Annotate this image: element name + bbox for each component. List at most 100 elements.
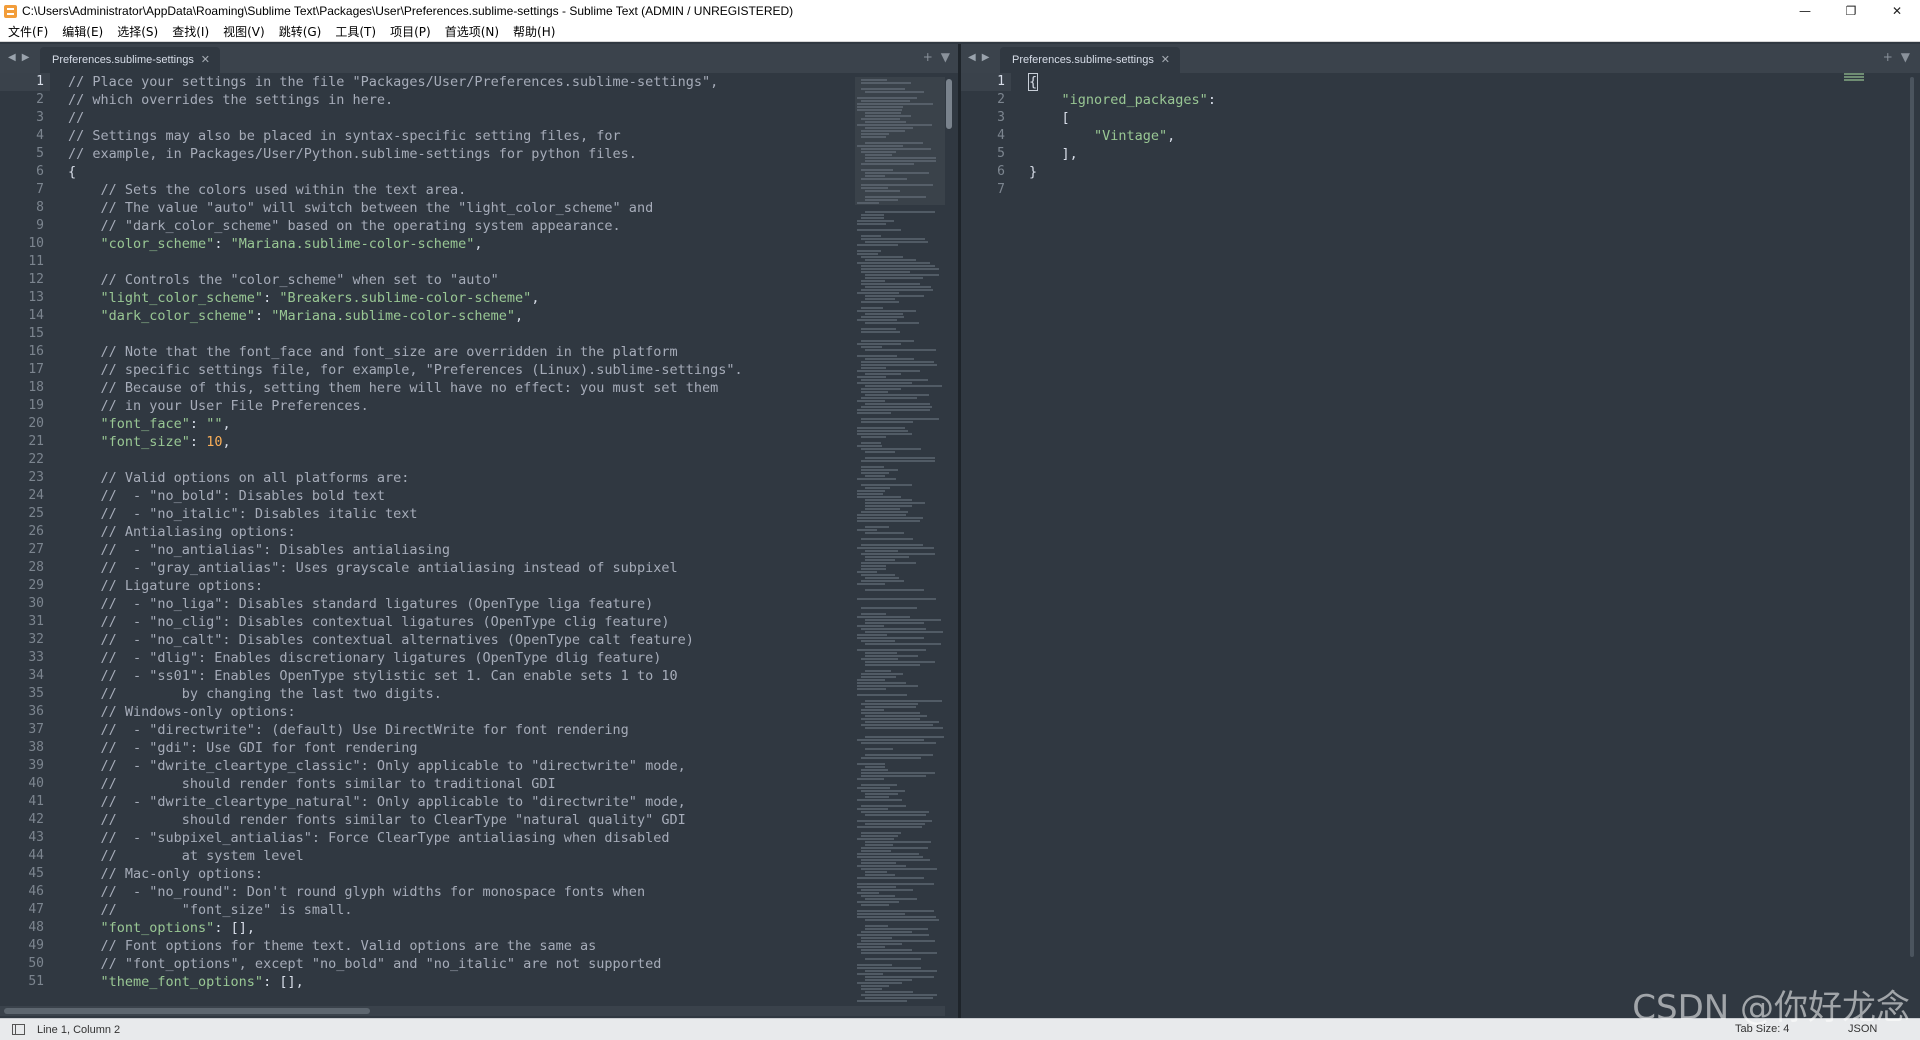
- line-number: 11: [28, 254, 44, 269]
- code-line[interactable]: [1029, 181, 1820, 199]
- tab-list-dropdown-icon[interactable]: ▼: [941, 50, 950, 64]
- code-line[interactable]: // Note that the font_face and font_size…: [68, 343, 858, 361]
- code-line[interactable]: // - "directwrite": (default) Use Direct…: [68, 721, 858, 739]
- menu-goto[interactable]: 跳转(G): [273, 23, 328, 40]
- tab-next-arrow-icon[interactable]: ▶: [982, 52, 990, 63]
- code-line[interactable]: // - "gray_antialias": Uses grayscale an…: [68, 559, 858, 577]
- code-line[interactable]: // - "no_antialias": Disables antialiasi…: [68, 541, 858, 559]
- code-line[interactable]: // specific settings file, for example, …: [68, 361, 858, 379]
- code-line[interactable]: "light_color_scheme": "Breakers.sublime-…: [68, 289, 858, 307]
- right-editor-pane[interactable]: 12 3 4 5 6 7 { "ignored_packages": [ "Vintage…: [961, 73, 1920, 1018]
- code-line[interactable]: // by changing the last two digits.: [68, 685, 858, 703]
- code-line[interactable]: // example, in Packages/User/Python.subl…: [68, 145, 858, 163]
- menu-view[interactable]: 视图(V): [217, 23, 271, 40]
- code-line[interactable]: // Windows-only options:: [68, 703, 858, 721]
- menu-selection[interactable]: 选择(S): [111, 23, 164, 40]
- code-line[interactable]: // Valid options on all platforms are:: [68, 469, 858, 487]
- code-line[interactable]: // - "dwrite_cleartype_classic": Only ap…: [68, 757, 858, 775]
- tab-next-arrow-icon[interactable]: ▶: [22, 52, 30, 63]
- tab-list-dropdown-icon[interactable]: ▼: [1901, 50, 1910, 64]
- minimap[interactable]: [1844, 73, 1864, 83]
- code-line[interactable]: // Place your settings in the file "Pack…: [68, 73, 858, 91]
- vertical-scrollbar[interactable]: [1910, 77, 1914, 957]
- minimize-button[interactable]: —: [1782, 0, 1828, 22]
- cursor-position[interactable]: Line 1, Column 2: [37, 1024, 120, 1036]
- code-line[interactable]: // - "subpixel_antialias": Force ClearTy…: [68, 829, 858, 847]
- menu-project[interactable]: 项目(P): [384, 23, 437, 40]
- code-line[interactable]: [: [1029, 109, 1820, 127]
- code-line[interactable]: // "font_size" is small.: [68, 901, 858, 919]
- tab-prev-arrow-icon[interactable]: ◀: [968, 52, 976, 63]
- code-line[interactable]: "font_face": "",: [68, 415, 858, 433]
- code-line[interactable]: {: [68, 163, 858, 181]
- tab-close-icon[interactable]: ✕: [1161, 53, 1170, 66]
- code-line[interactable]: [68, 451, 858, 469]
- code-area[interactable]: { "ignored_packages": [ "Vintage", ],}: [1028, 73, 1820, 199]
- restore-button[interactable]: ❐: [1828, 0, 1874, 22]
- code-line[interactable]: // - "gdi": Use GDI for font rendering: [68, 739, 858, 757]
- code-line[interactable]: // Because of this, setting them here wi…: [68, 379, 858, 397]
- code-line[interactable]: // - "no_clig": Disables contextual liga…: [68, 613, 858, 631]
- code-line[interactable]: // - "no_calt": Disables contextual alte…: [68, 631, 858, 649]
- code-line[interactable]: "font_options": [],: [68, 919, 858, 937]
- menu-find[interactable]: 查找(I): [166, 23, 215, 40]
- tab-close-icon[interactable]: ✕: [201, 53, 210, 66]
- horizontal-scrollbar[interactable]: [4, 1008, 370, 1014]
- code-line[interactable]: [68, 253, 858, 271]
- menu-preferences[interactable]: 首选项(N): [439, 23, 505, 40]
- sidebar-toggle-icon[interactable]: [12, 1024, 25, 1035]
- code-line[interactable]: // which overrides the settings in here.: [68, 91, 858, 109]
- minimap[interactable]: [855, 77, 945, 1007]
- code-token: :: [189, 416, 207, 432]
- code-line[interactable]: // - "dlig": Enables discretionary ligat…: [68, 649, 858, 667]
- minimap-line: [861, 118, 900, 120]
- code-line[interactable]: //: [68, 109, 858, 127]
- vertical-scrollbar[interactable]: [946, 79, 952, 129]
- tab-preferences-default[interactable]: Preferences.sublime-settings ✕: [40, 47, 220, 73]
- code-line[interactable]: // Font options for theme text. Valid op…: [68, 937, 858, 955]
- code-line[interactable]: // Settings may also be placed in syntax…: [68, 127, 858, 145]
- left-editor-pane[interactable]: 1 2 3 4 5 6 7 8 9 10 11 12 13 14 15 16 17 18 19 20 21 22 23 24 2…: [0, 73, 958, 1018]
- tab-preferences-user[interactable]: Preferences.sublime-settings ✕: [1000, 47, 1180, 73]
- code-line[interactable]: // - "no_bold": Disables bold text: [68, 487, 858, 505]
- code-line[interactable]: }: [1029, 163, 1820, 181]
- code-line[interactable]: // - "no_italic": Disables italic text: [68, 505, 858, 523]
- code-line[interactable]: [68, 325, 858, 343]
- menu-help[interactable]: 帮助(H): [507, 23, 561, 40]
- code-line[interactable]: // at system level: [68, 847, 858, 865]
- code-line[interactable]: "dark_color_scheme": "Mariana.sublime-co…: [68, 307, 858, 325]
- code-line[interactable]: // - "ss01": Enables OpenType stylistic …: [68, 667, 858, 685]
- code-line[interactable]: // - "no_liga": Disables standard ligatu…: [68, 595, 858, 613]
- code-line[interactable]: // The value "auto" will switch between …: [68, 199, 858, 217]
- code-line[interactable]: "theme_font_options": [],: [68, 973, 858, 991]
- code-area[interactable]: // Place your settings in the file "Pack…: [68, 73, 858, 991]
- code-line[interactable]: // Sets the colors used within the text …: [68, 181, 858, 199]
- left-tab-tools: + ▼: [923, 50, 950, 64]
- minimap-line: [861, 811, 929, 813]
- menu-file[interactable]: 文件(F): [2, 23, 54, 40]
- tab-prev-arrow-icon[interactable]: ◀: [8, 52, 16, 63]
- menu-tools[interactable]: 工具(T): [329, 23, 382, 40]
- code-line[interactable]: // should render fonts similar to tradit…: [68, 775, 858, 793]
- code-line[interactable]: "Vintage",: [1029, 127, 1820, 145]
- code-line[interactable]: // Controls the "color_scheme" when set …: [68, 271, 858, 289]
- new-tab-plus-icon[interactable]: +: [1883, 50, 1893, 64]
- new-tab-plus-icon[interactable]: +: [923, 50, 933, 64]
- code-line[interactable]: // - "no_round": Don't round glyph width…: [68, 883, 858, 901]
- code-line[interactable]: // in your User File Preferences.: [68, 397, 858, 415]
- close-window-button[interactable]: ✕: [1874, 0, 1920, 22]
- code-line[interactable]: // - "dwrite_cleartype_natural": Only ap…: [68, 793, 858, 811]
- code-line[interactable]: "ignored_packages":: [1029, 91, 1820, 109]
- minimap-line: [861, 280, 885, 282]
- code-line[interactable]: // "font_options", except "no_bold" and …: [68, 955, 858, 973]
- code-line[interactable]: // Mac-only options:: [68, 865, 858, 883]
- code-line[interactable]: "color_scheme": "Mariana.sublime-color-s…: [68, 235, 858, 253]
- code-line[interactable]: "font_size": 10,: [68, 433, 858, 451]
- code-line[interactable]: {: [1028, 73, 1820, 91]
- code-line[interactable]: // Antialiasing options:: [68, 523, 858, 541]
- code-line[interactable]: // "dark_color_scheme" based on the oper…: [68, 217, 858, 235]
- code-line[interactable]: // should render fonts similar to ClearT…: [68, 811, 858, 829]
- menu-edit[interactable]: 编辑(E): [56, 23, 109, 40]
- code-line[interactable]: ],: [1029, 145, 1820, 163]
- code-line[interactable]: // Ligature options:: [68, 577, 858, 595]
